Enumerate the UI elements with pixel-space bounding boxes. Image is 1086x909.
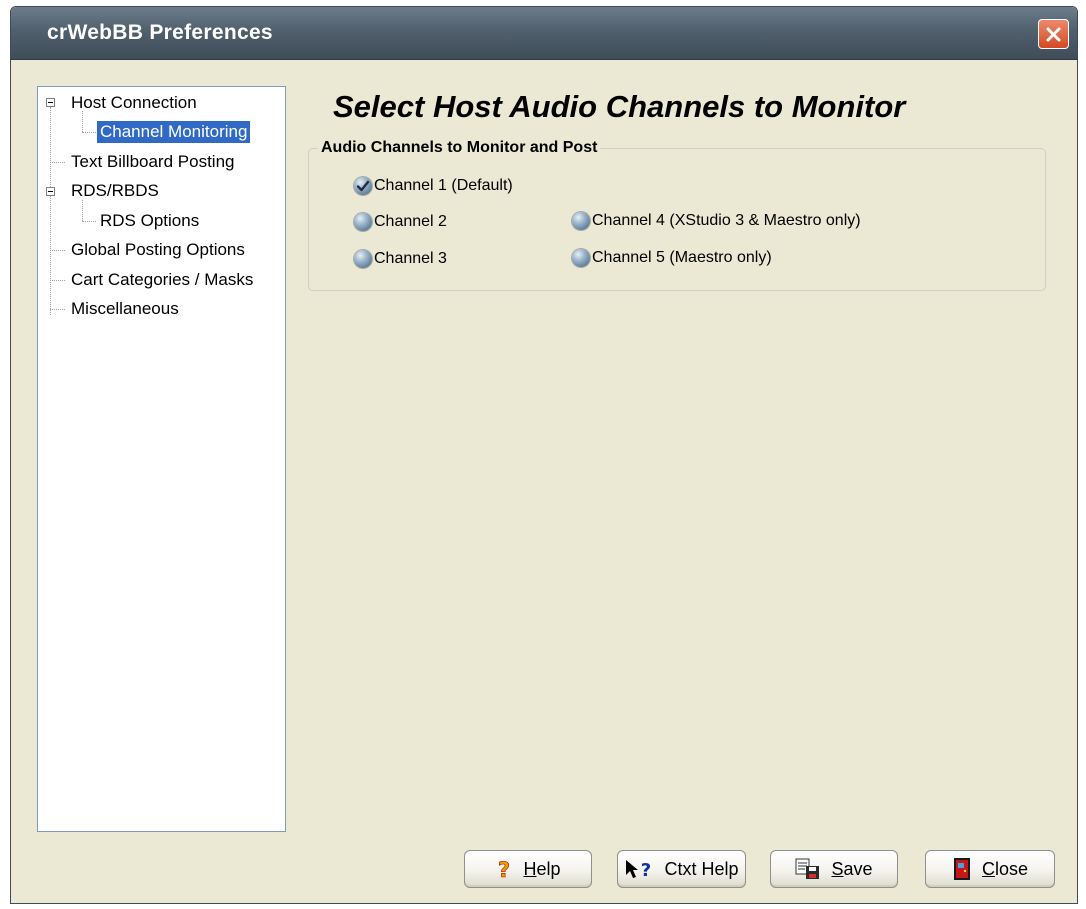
- window-close-button[interactable]: [1038, 19, 1069, 49]
- close-icon: [1046, 27, 1061, 41]
- tree-line: [50, 280, 65, 281]
- tree-item-host-connection[interactable]: Host Connection: [68, 92, 200, 114]
- channel-5-label: Channel 5 (Maestro only): [592, 249, 772, 266]
- channel-4-label: Channel 4 (XStudio 3 & Maestro only): [592, 212, 861, 229]
- tree-item-miscellaneous[interactable]: Miscellaneous: [68, 298, 182, 320]
- help-button-label: Help: [523, 858, 561, 879]
- tree-line: [82, 200, 83, 221]
- tree-item-rds-options[interactable]: RDS Options: [97, 210, 202, 232]
- preferences-tree[interactable]: Host Connection Channel Monitoring Text …: [37, 86, 286, 832]
- checked-checkbox-icon: [354, 177, 372, 195]
- unchecked-checkbox-icon: [354, 213, 372, 231]
- context-help-icon: ?: [626, 860, 652, 880]
- channel-3-checkbox[interactable]: Channel 3: [354, 250, 447, 268]
- channel-3-label: Channel 3: [374, 250, 447, 267]
- tree-item-rds-rbds[interactable]: RDS/RBDS: [68, 180, 162, 202]
- ctxt-help-label: Ctxt Help: [664, 858, 739, 879]
- panel-heading: Select Host Audio Channels to Monitor: [333, 89, 906, 124]
- channel-2-checkbox[interactable]: Channel 2: [354, 213, 447, 231]
- tree-line: [82, 221, 96, 222]
- title-bar[interactable]: crWebBB Preferences: [11, 7, 1077, 60]
- unchecked-checkbox-icon: [354, 250, 372, 268]
- svg-text:?: ?: [641, 860, 651, 880]
- tree-line: [82, 111, 83, 132]
- tree-line: [50, 162, 65, 163]
- unchecked-checkbox-icon: [572, 212, 590, 230]
- channel-4-checkbox[interactable]: Channel 4 (XStudio 3 & Maestro only): [572, 212, 861, 230]
- tree-item-channel-monitoring[interactable]: Channel Monitoring: [97, 121, 251, 143]
- save-icon: [795, 858, 820, 879]
- channel-1-label: Channel 1 (Default): [374, 177, 513, 194]
- unchecked-checkbox-icon: [572, 249, 590, 267]
- question-icon: ?: [498, 858, 511, 880]
- collapse-toggle-icon[interactable]: [46, 187, 55, 196]
- tree-line: [50, 309, 65, 310]
- window-title: crWebBB Preferences: [47, 21, 273, 44]
- tree-line: [82, 132, 96, 133]
- group-label: Audio Channels to Monitor and Post: [318, 139, 601, 157]
- close-button-label: Close: [981, 858, 1029, 879]
- channel-1-checkbox[interactable]: Channel 1 (Default): [354, 177, 513, 195]
- tree-item-cart-categories-masks[interactable]: Cart Categories / Masks: [68, 269, 256, 291]
- tree-line: [50, 250, 65, 251]
- door-exit-icon: [953, 858, 970, 880]
- tree-item-text-billboard-posting[interactable]: Text Billboard Posting: [68, 151, 237, 173]
- channel-5-checkbox[interactable]: Channel 5 (Maestro only): [572, 249, 772, 267]
- tree-line: [50, 107, 51, 315]
- collapse-toggle-icon[interactable]: [46, 98, 55, 107]
- help-button[interactable]: ? Help: [464, 850, 592, 888]
- tree-item-global-posting-options[interactable]: Global Posting Options: [68, 239, 248, 261]
- svg-text:?: ?: [498, 858, 510, 880]
- ctxt-help-button[interactable]: ? Ctxt Help: [617, 850, 746, 888]
- save-button-label: Save: [831, 858, 873, 879]
- close-button[interactable]: Close: [925, 850, 1055, 888]
- save-button[interactable]: Save: [770, 850, 898, 888]
- preferences-window: crWebBB Preferences Host Connection Chan…: [10, 6, 1078, 904]
- channel-2-label: Channel 2: [374, 213, 447, 230]
